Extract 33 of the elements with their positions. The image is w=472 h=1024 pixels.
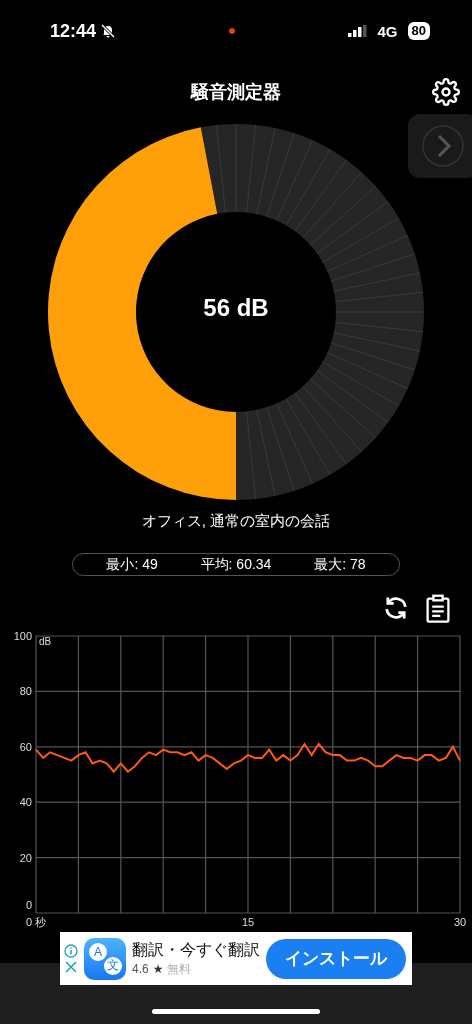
axis-label: 0 秒	[25, 916, 47, 928]
axis-label: 60	[19, 740, 32, 753]
app-title: 騒音測定器	[191, 81, 281, 104]
decibel-reading: 56 dB	[202, 294, 270, 322]
signal-icon	[347, 25, 368, 37]
stat-value: 最大: 78	[314, 555, 366, 574]
star-icon: ★	[152, 962, 164, 976]
noise-description: オフィス, 通常の室内の会話	[140, 512, 332, 531]
axis-label: 15	[241, 916, 255, 928]
stat-value: 平均: 60.34	[200, 555, 272, 574]
app-icon-glyph: A	[89, 942, 107, 961]
stat-value: 最小: 49	[106, 555, 158, 574]
battery-level: 80	[407, 22, 430, 40]
app-icon-glyph: 文	[104, 956, 122, 975]
ad-price: 無料	[167, 960, 192, 978]
settings-icon[interactable]	[432, 78, 460, 106]
axis-label: 20	[19, 851, 32, 864]
info-icon[interactable]	[64, 943, 78, 958]
close-icon[interactable]	[64, 959, 78, 974]
axis-label: 30	[453, 916, 467, 928]
status-time: 12:44	[50, 20, 97, 42]
bell-slash-icon	[100, 23, 117, 39]
ad-rating: 4.6	[132, 962, 149, 976]
axis-title: dB	[39, 636, 52, 647]
install-button[interactable]: インストール	[266, 938, 406, 979]
axis-label: 40	[19, 796, 32, 809]
network-label: 4G	[377, 22, 398, 40]
ad-title: 翻訳・今すぐ翻訳	[132, 939, 260, 960]
recording-dot-icon	[228, 28, 235, 34]
axis-label: 80	[19, 685, 32, 698]
clipboard-icon[interactable]	[424, 594, 452, 624]
axis-label: 0	[25, 899, 32, 911]
axis-label: 100	[13, 630, 32, 642]
